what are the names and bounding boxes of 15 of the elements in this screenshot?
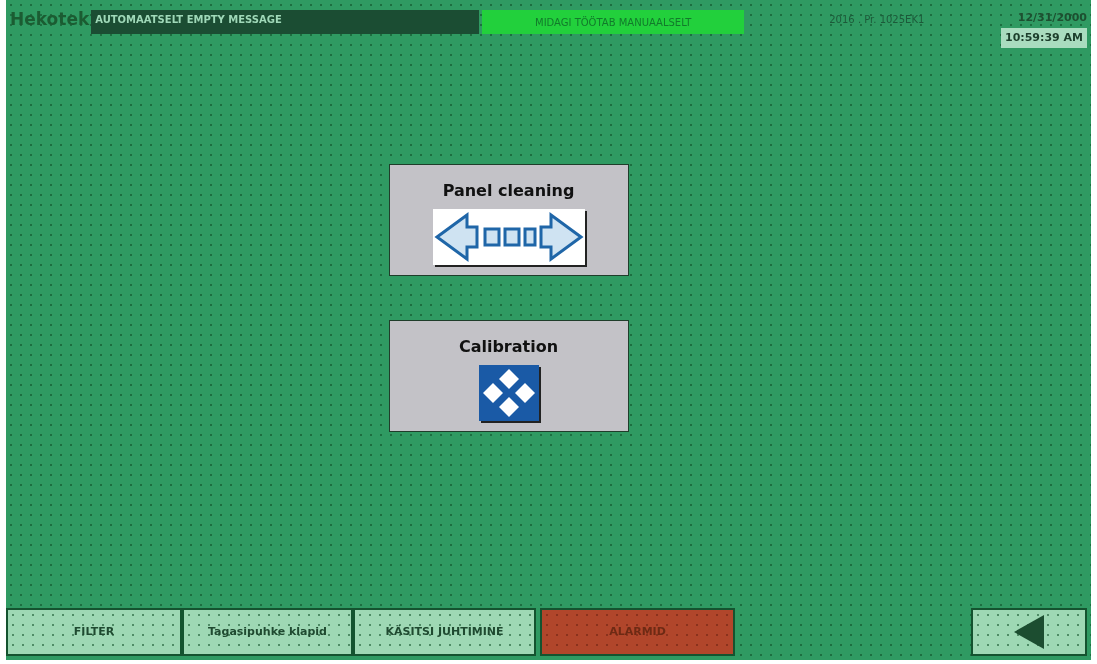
project-label: 2016 . Pr. 1025EK1 (829, 13, 925, 27)
back-button[interactable] (971, 608, 1087, 656)
nav-button[interactable]: Tagasipuhke klapid (182, 608, 353, 656)
back-icon (1014, 615, 1044, 649)
time-label: 10:59:39 AM (1001, 27, 1087, 48)
move-icon[interactable] (478, 365, 539, 421)
panel-title: Panel cleaning (442, 180, 575, 202)
nav-button[interactable]: KÄSITSI JUHTIMINE (353, 608, 536, 656)
date-label: 12/31/2000 (1017, 10, 1087, 26)
nav-button[interactable]: FILTER (6, 608, 182, 656)
panel-title: Calibration (458, 336, 559, 358)
logo-text: Hekotek (10, 10, 90, 28)
message-bar: AUTOMAATSELT EMPTY MESSAGE (91, 10, 480, 34)
status-bar: MIDAGI TÖÖTAB MANUAALSELT (482, 10, 745, 34)
arrows-icon[interactable] (432, 209, 585, 265)
